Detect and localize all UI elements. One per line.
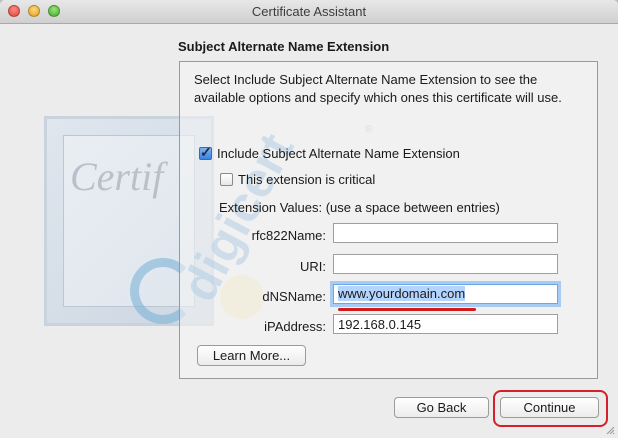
- learn-more-button[interactable]: Learn More...: [197, 345, 306, 366]
- rfc822name-field[interactable]: [333, 223, 558, 243]
- dnsname-annotation-underline: [338, 308, 476, 311]
- rfc822name-label: rfc822Name:: [251, 228, 326, 243]
- ipaddress-field[interactable]: [333, 314, 558, 334]
- uri-label: URI:: [300, 259, 326, 274]
- checkmark-icon: ✓: [200, 144, 212, 160]
- window-title: Certificate Assistant: [251, 4, 367, 19]
- critical-extension-checkbox[interactable]: [220, 173, 233, 186]
- ipaddress-label: iPAddress:: [264, 319, 326, 334]
- dnsname-label: dNSName:: [262, 289, 326, 304]
- dnsname-selected-text: www.yourdomain.com: [338, 286, 466, 301]
- certificate-assistant-window: Certificate Assistant Certif digicert ® …: [0, 0, 618, 438]
- go-back-button[interactable]: Go Back: [394, 397, 489, 418]
- extension-values-hint: Extension Values: (use a space between e…: [219, 200, 500, 215]
- include-extension-row[interactable]: ✓ Include Subject Alternate Name Extensi…: [199, 144, 460, 161]
- critical-extension-row[interactable]: This extension is critical: [220, 172, 375, 187]
- continue-button[interactable]: Continue: [500, 397, 599, 418]
- title-bar[interactable]: Certificate Assistant: [0, 0, 618, 24]
- uri-field[interactable]: [333, 254, 558, 274]
- include-extension-label: Include Subject Alternate Name Extension: [217, 146, 460, 161]
- section-heading: Subject Alternate Name Extension: [178, 39, 390, 54]
- section-description: Select Include Subject Alternate Name Ex…: [194, 72, 562, 105]
- dnsname-field[interactable]: www.yourdomain.com: [333, 284, 558, 304]
- include-extension-checkbox[interactable]: ✓: [199, 144, 212, 160]
- resize-grip-icon[interactable]: [605, 425, 615, 435]
- certificate-script-text: Certif: [70, 154, 168, 199]
- critical-extension-label: This extension is critical: [238, 172, 376, 187]
